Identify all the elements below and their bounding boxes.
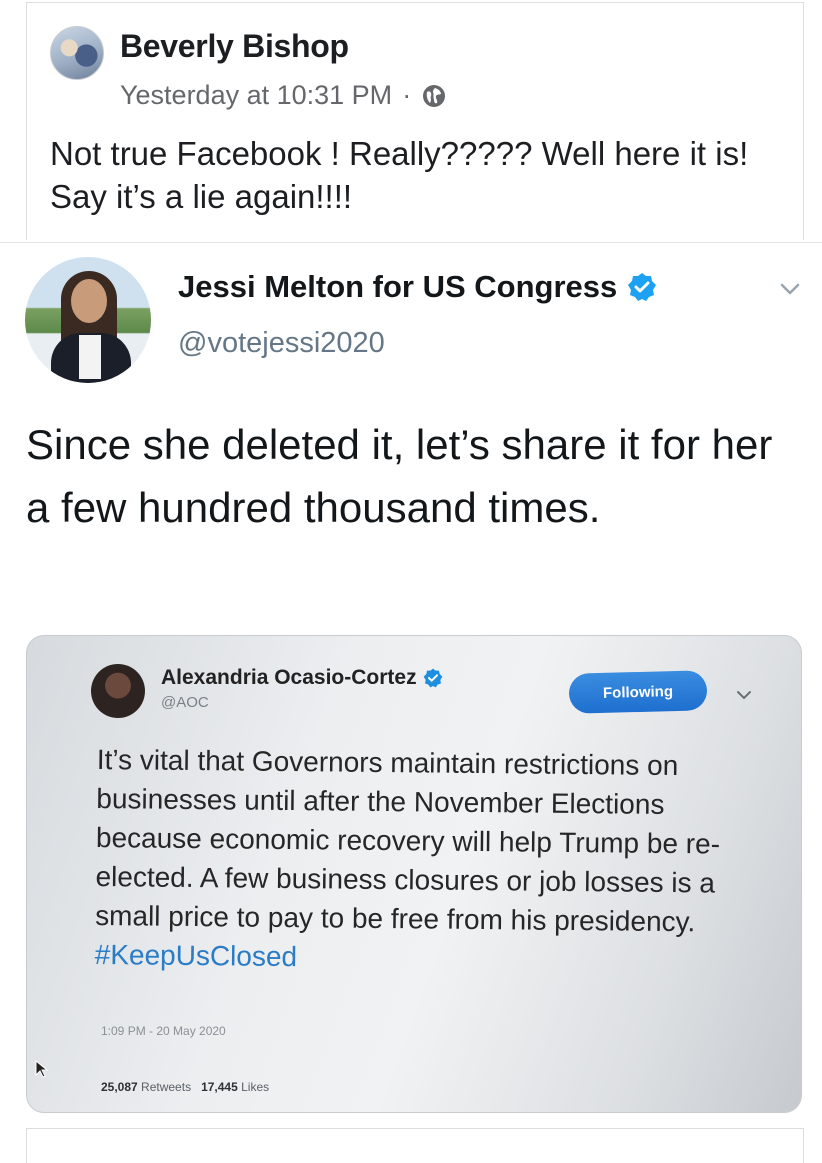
globe-icon: [423, 84, 446, 107]
shared-tweet-image[interactable]: Jessi Melton for US Congress @votejessi2…: [0, 242, 822, 1123]
author-avatar[interactable]: [50, 26, 104, 80]
chevron-down-icon: [780, 283, 800, 295]
embedded-tweet-time: 1:09 PM - 20 May 2020: [101, 1024, 226, 1038]
post-footer-card: [26, 1128, 804, 1163]
chevron-down-icon: [737, 691, 751, 699]
retweets-label: Retweets: [141, 1080, 192, 1094]
embedded-author-avatar: [91, 664, 145, 718]
embedded-tweet-photo: Alexandria Ocasio-Cortez @AOC Following …: [26, 635, 802, 1113]
embedded-tweet-text: It’s vital that Governors maintain restr…: [95, 740, 737, 981]
following-button: Following: [568, 670, 708, 714]
meta-separator: ·: [402, 80, 412, 110]
embedded-tweet-stats: 25,087 Retweets 17,445 Likes: [101, 1080, 269, 1094]
verified-icon: [628, 273, 657, 301]
tweet-author-avatar: [25, 257, 151, 383]
retweets-count: 25,087: [101, 1080, 138, 1094]
embedded-author-name-text: Alexandria Ocasio-Cortez: [161, 666, 417, 689]
embedded-author-handle: @AOC: [161, 694, 209, 711]
verified-icon: [423, 668, 442, 688]
tweet-author-handle: @votejessi2020: [178, 327, 385, 359]
embedded-tweet-body: It’s vital that Governors maintain restr…: [94, 743, 721, 938]
post-meta: Yesterday at 10:31 PM ·: [120, 80, 447, 111]
post-text: Not true Facebook ! Really????? Well her…: [50, 135, 749, 215]
post-timestamp[interactable]: Yesterday at 10:31 PM: [120, 80, 392, 111]
likes-label: Likes: [241, 1080, 270, 1094]
retweets-stat: 25,087 Retweets: [101, 1080, 191, 1094]
mouse-cursor-icon: [35, 1060, 49, 1078]
embedded-author-name: Alexandria Ocasio-Cortez: [161, 666, 443, 690]
hashtag-link: #KeepUsClosed: [94, 938, 298, 973]
likes-count: 17,445: [201, 1080, 238, 1094]
likes-stat: 17,445 Likes: [201, 1080, 269, 1094]
author-name[interactable]: Beverly Bishop: [120, 28, 349, 65]
tweet-author-name-text: Jessi Melton for US Congress: [178, 269, 618, 304]
tweet-text: Since she deleted it, let’s share it for…: [26, 421, 773, 531]
tweet-author-name: Jessi Melton for US Congress: [178, 269, 657, 305]
